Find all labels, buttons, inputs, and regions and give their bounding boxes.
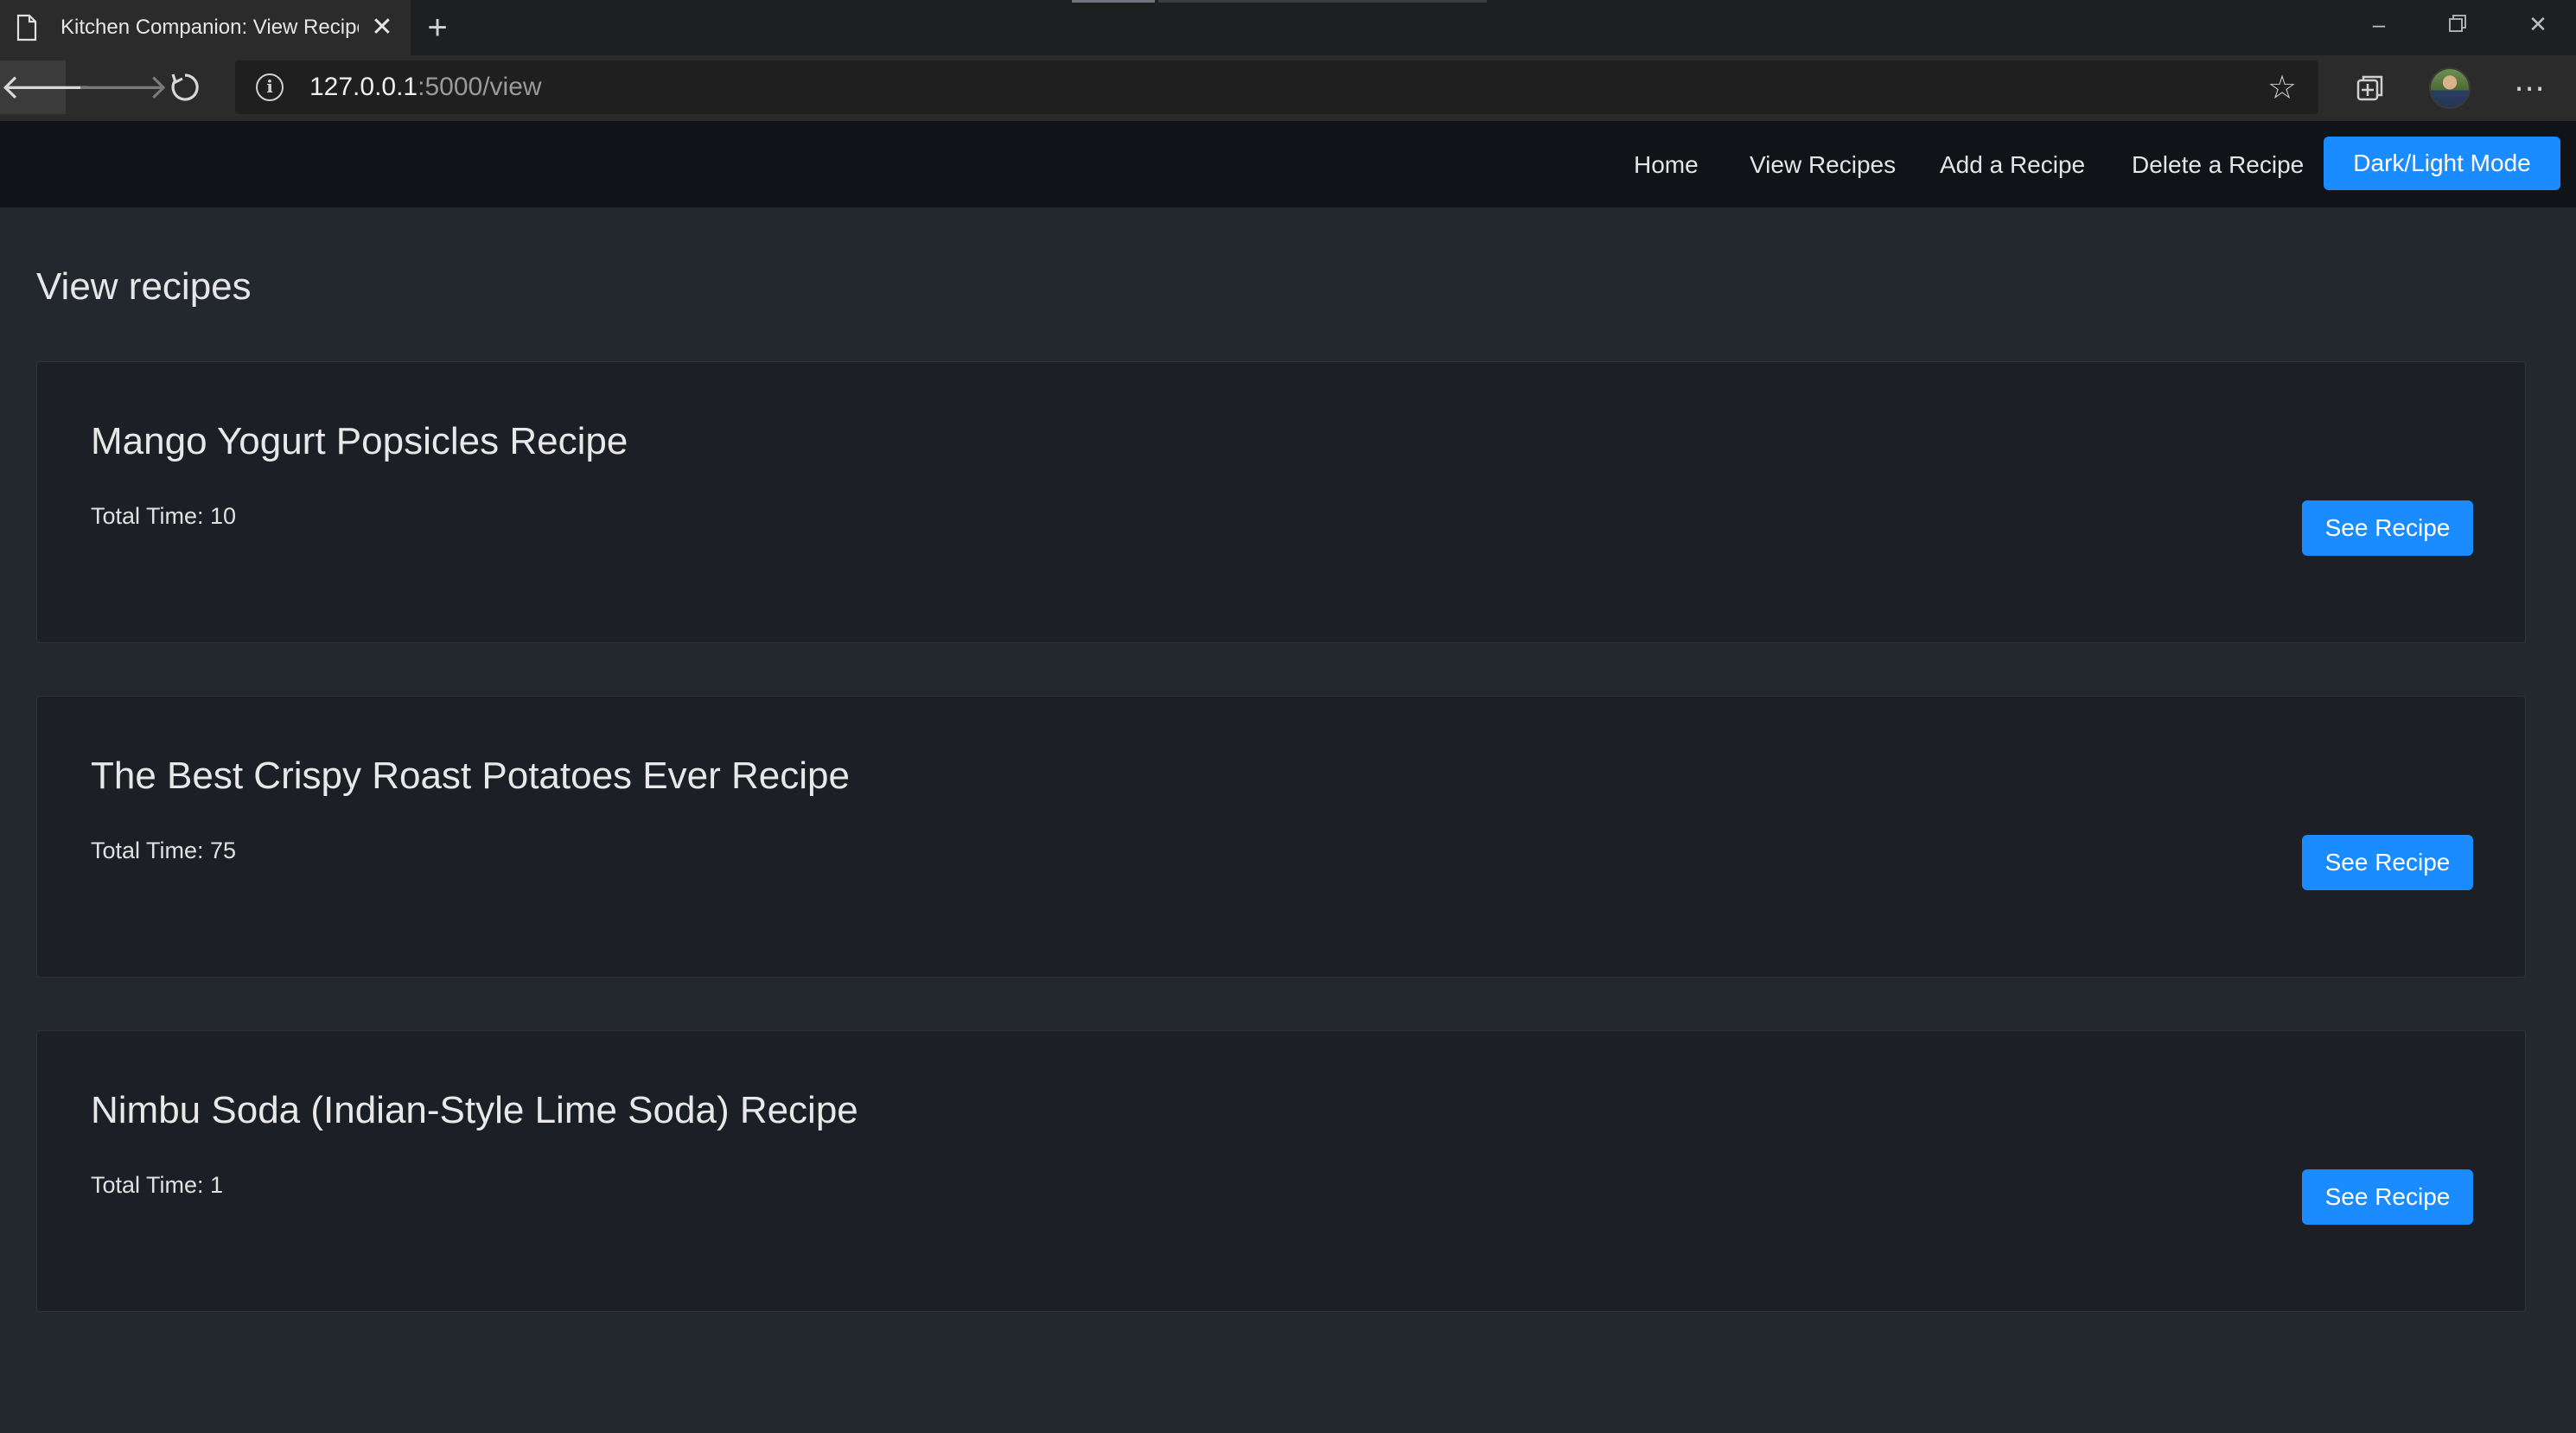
recipe-card: Mango Yogurt Popsicles Recipe Total Time… [36,361,2526,643]
close-window-icon[interactable]: ✕ [2512,7,2564,41]
back-icon[interactable]: 🡐 [0,61,92,114]
recipe-card: The Best Crispy Roast Potatoes Ever Reci… [36,696,2526,978]
browser-toolbar: 🡐 🡒 i 127.0.0.1:5000/view ☆ ⋯ [0,55,2576,121]
recipe-title: The Best Crispy Roast Potatoes Ever Reci… [91,755,850,797]
dark-light-mode-button[interactable]: Dark/Light Mode [2324,137,2560,190]
browser-tab[interactable]: Kitchen Companion: View Recipes ✕ [0,0,411,55]
recipe-total-time: Total Time: 1 [91,1172,224,1198]
recipe-total-time: Total Time: 10 [91,503,237,529]
url-text[interactable]: 127.0.0.1:5000/view [309,71,542,104]
forward-icon[interactable]: 🡒 [76,61,169,114]
document-icon [16,14,37,41]
close-icon[interactable]: ✕ [370,15,394,41]
refresh-icon[interactable] [152,61,218,114]
nav-link-delete-recipe[interactable]: Delete a Recipe [2132,121,2304,207]
see-recipe-button[interactable]: See Recipe [2302,835,2473,890]
recipe-total-time: Total Time: 75 [91,838,237,863]
new-tab-icon[interactable]: + [420,10,455,45]
nav-link-view-recipes[interactable]: View Recipes [1750,121,1896,207]
see-recipe-button[interactable]: See Recipe [2302,500,2473,556]
recipe-title: Mango Yogurt Popsicles Recipe [91,420,628,462]
recipe-title: Nimbu Soda (Indian-Style Lime Soda) Reci… [91,1089,858,1131]
more-icon[interactable]: ⋯ [2505,64,2554,112]
restore-icon[interactable] [2433,7,2484,41]
tab-scroll-indicator [1072,0,1487,3]
page-title: View recipes [36,265,252,308]
see-recipe-button[interactable]: See Recipe [2302,1169,2473,1225]
minimize-icon[interactable]: – [2353,7,2405,41]
recipe-card: Nimbu Soda (Indian-Style Lime Soda) Reci… [36,1030,2526,1312]
nav-link-home[interactable]: Home [1634,121,1699,207]
nav-link-add-recipe[interactable]: Add a Recipe [1940,121,2085,207]
address-bar[interactable]: i 127.0.0.1:5000/view ☆ [235,61,2318,114]
tab-title: Kitchen Companion: View Recipes [61,16,359,39]
collections-icon[interactable] [2346,64,2394,112]
site-navbar: Home View Recipes Add a Recipe Delete a … [0,121,2576,207]
info-icon[interactable]: i [256,73,284,101]
profile-avatar[interactable] [2429,67,2471,109]
browser-tab-strip: Kitchen Companion: View Recipes ✕ + – ✕ [0,0,2576,55]
star-icon[interactable]: ☆ [2263,69,2301,107]
